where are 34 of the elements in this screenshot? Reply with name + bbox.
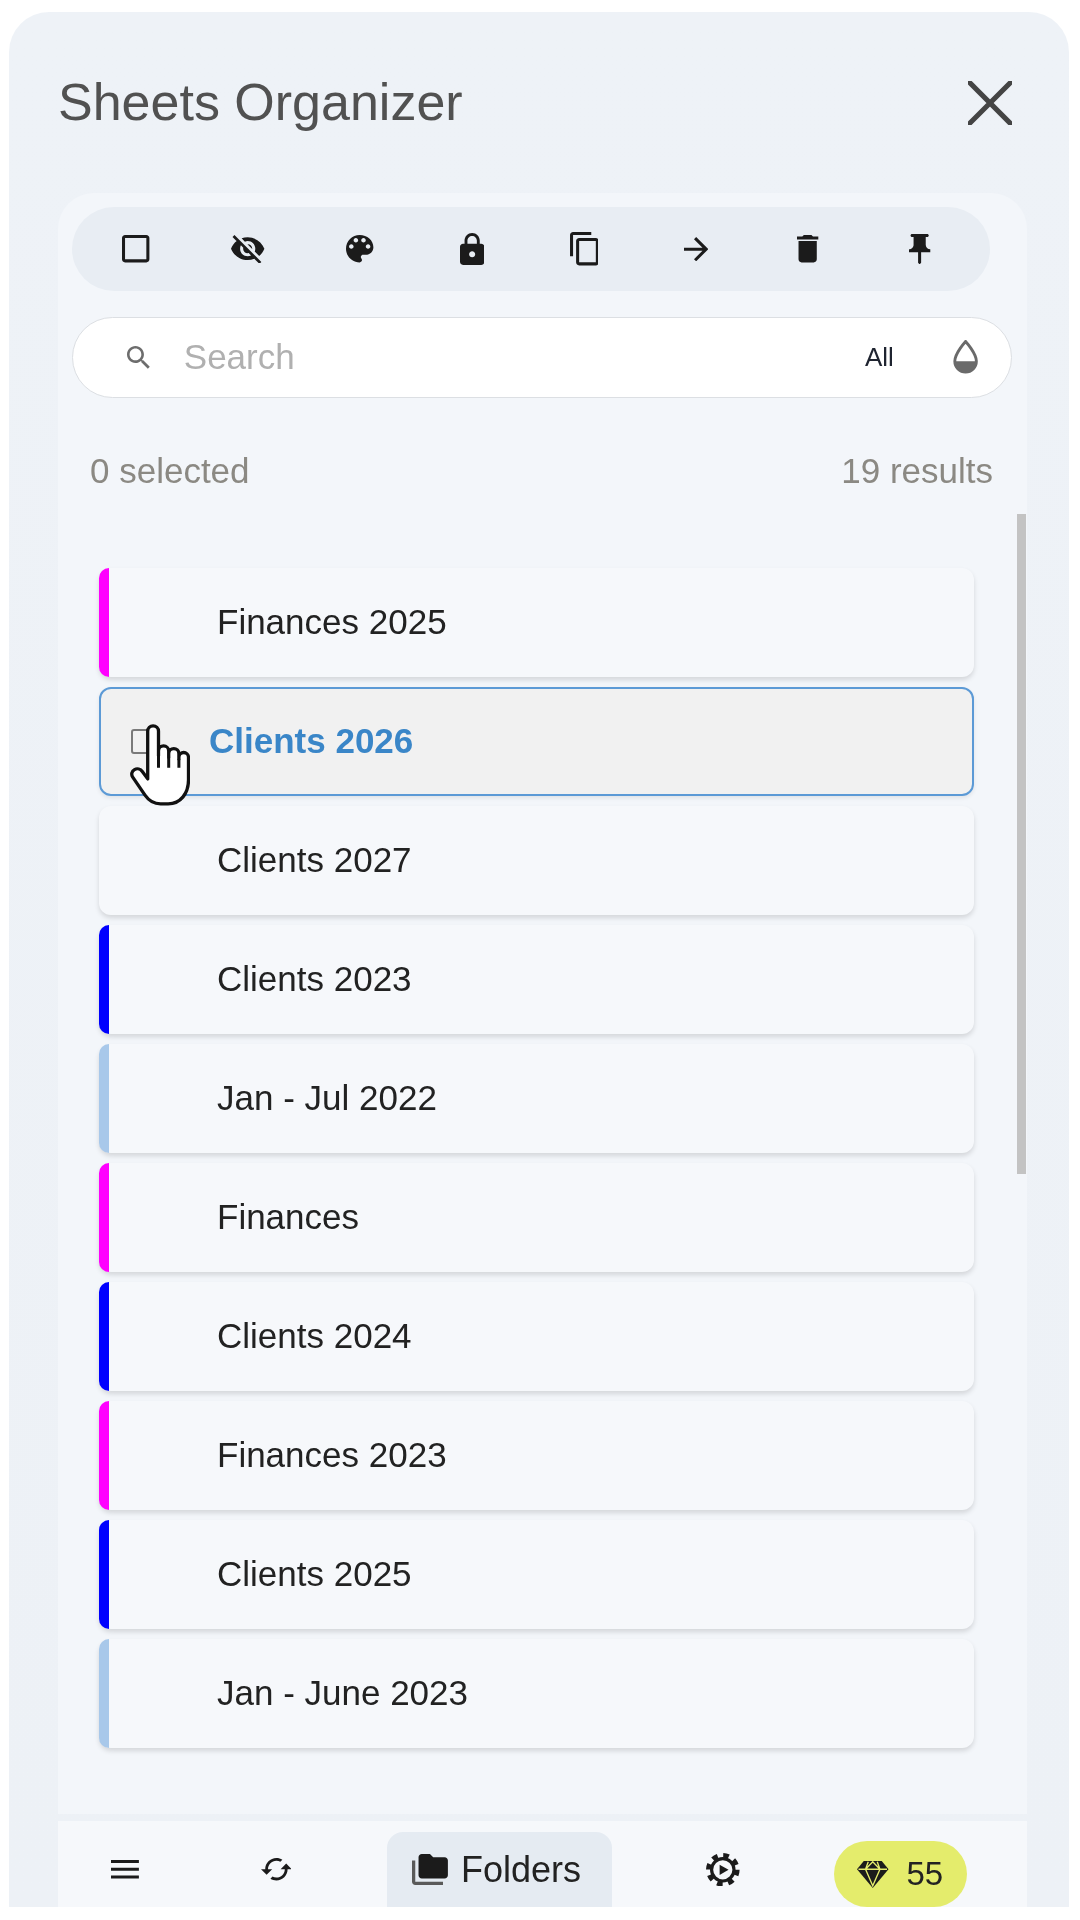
sheet-item[interactable]: Clients 2027 xyxy=(99,806,974,915)
diamond-icon xyxy=(857,1860,889,1888)
results-count: 19 results xyxy=(841,449,993,492)
folders-icon xyxy=(412,1854,448,1885)
scrollbar-thumb[interactable] xyxy=(1017,514,1026,1174)
trash-icon xyxy=(797,235,819,263)
sheet-item[interactable]: Finances 2023 xyxy=(99,1401,974,1510)
sheet-item[interactable]: Jan - June 2023 xyxy=(99,1639,974,1748)
folders-tab[interactable]: Folders xyxy=(387,1832,612,1907)
hand-cursor-icon xyxy=(130,724,191,806)
pin-icon xyxy=(909,233,931,265)
search-field[interactable]: Search All xyxy=(72,317,1012,398)
eye-off-icon xyxy=(231,234,265,264)
sheet-item[interactable]: Finances 2025 xyxy=(99,568,974,677)
arrow-right-icon xyxy=(683,236,709,262)
palette-icon xyxy=(346,235,374,263)
lock-icon xyxy=(459,233,485,265)
gear-play-icon xyxy=(706,1852,740,1887)
sheet-item[interactable]: Clients 2023 xyxy=(99,925,974,1034)
checkbox-icon xyxy=(122,235,150,263)
copy-icon xyxy=(569,232,599,266)
sheet-item[interactable]: Clients 2025 xyxy=(99,1520,974,1629)
menu-icon xyxy=(111,1860,139,1879)
app-title: Sheets Organizer xyxy=(58,72,463,134)
gems-button[interactable]: 55 xyxy=(834,1841,967,1907)
search-icon xyxy=(127,346,150,369)
sheet-item[interactable]: Clients 2024 xyxy=(99,1282,974,1391)
close-icon xyxy=(968,80,1012,125)
filter-button[interactable]: All xyxy=(860,338,898,377)
sheet-item[interactable]: Jan - Jul 2022 xyxy=(99,1044,974,1153)
sheet-item[interactable]: Finances xyxy=(99,1163,974,1272)
selected-count: 0 selected xyxy=(90,449,250,492)
refresh-icon xyxy=(260,1858,292,1881)
drop-icon[interactable] xyxy=(952,340,978,375)
